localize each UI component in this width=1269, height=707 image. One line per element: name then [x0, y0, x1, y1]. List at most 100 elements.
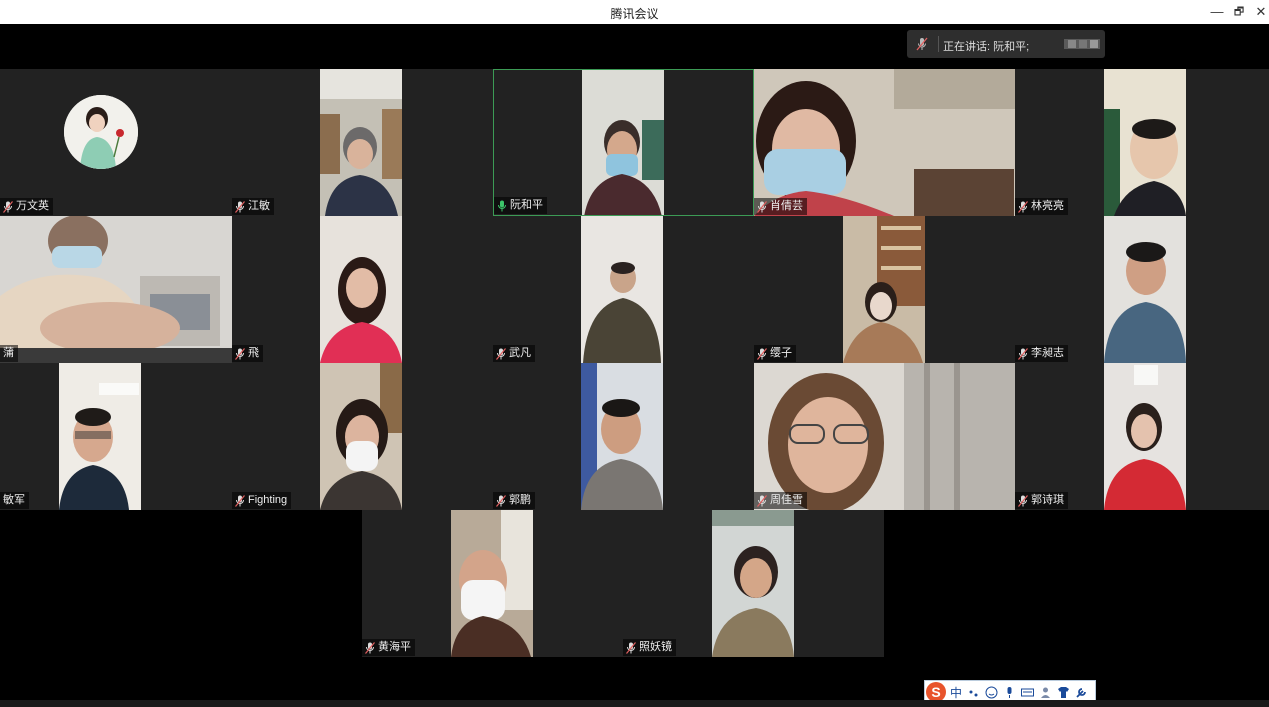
participant-name: 林亮亮 [1031, 200, 1064, 212]
participant-tile[interactable]: 郭诗琪 [1015, 363, 1269, 510]
video-feed [1104, 69, 1186, 216]
voice-icon[interactable] [1003, 686, 1016, 699]
participant-name: 蒲 [3, 347, 14, 359]
skin-icon[interactable] [1057, 686, 1070, 699]
taskbar-strip [0, 700, 1269, 707]
participant-name-tag: 敏军 [0, 492, 29, 509]
participant-name: 李昶志 [1031, 347, 1064, 359]
video-feed [754, 69, 1015, 216]
muted-mic-icon [626, 641, 636, 654]
participant-name: 飛 [248, 347, 259, 359]
profile-picture [64, 95, 138, 169]
speaking-mic-icon [498, 200, 506, 211]
participant-name-tag: 阮和平 [494, 197, 547, 214]
participant-tile[interactable]: 周佳雪 [754, 363, 1015, 510]
restore-button[interactable]: 🗗 [1228, 2, 1250, 22]
participant-tile[interactable]: 肖倩芸 [754, 69, 1015, 216]
participant-name: 万文英 [16, 200, 49, 212]
participant-name: Fighting [248, 494, 288, 506]
emoji-icon[interactable] [985, 686, 998, 699]
participant-name: 黄海平 [378, 641, 411, 653]
participant-tile[interactable]: 万文英 [0, 69, 261, 216]
participant-name: 郭诗琪 [1031, 494, 1064, 506]
video-feed [581, 363, 663, 510]
video-feed [1104, 216, 1186, 363]
video-feed [754, 363, 1015, 510]
minimize-button[interactable]: — [1206, 2, 1228, 22]
participant-tile[interactable]: 蒲 [0, 216, 261, 363]
video-feed [320, 216, 402, 363]
speaking-avatars-icon [1064, 39, 1100, 49]
punctuation-icon[interactable] [967, 686, 980, 699]
video-feed [320, 69, 402, 216]
muted-mic-icon [3, 200, 13, 213]
muted-mic-icon [235, 494, 245, 507]
divider [938, 36, 939, 52]
participant-name: 武凡 [509, 347, 531, 359]
participant-tile[interactable]: 江敏 [232, 69, 493, 216]
participant-tile[interactable]: 林亮亮 [1015, 69, 1269, 216]
participant-name-tag: 万文英 [0, 198, 53, 215]
participant-name: 缨子 [770, 347, 792, 359]
participant-name-tag: 李昶志 [1015, 345, 1068, 362]
muted-mic-icon [365, 641, 375, 654]
window-title: 腾讯会议 [610, 7, 659, 21]
participant-name: 肖倩芸 [770, 200, 803, 212]
muted-mic-icon [1018, 494, 1028, 507]
video-feed [320, 363, 402, 510]
muted-mic-icon [757, 494, 767, 507]
participant-name-tag: Fighting [232, 492, 292, 509]
tools-icon[interactable] [1075, 686, 1088, 699]
muted-mic-icon [235, 347, 245, 360]
participant-name-tag: 周佳雪 [754, 492, 807, 509]
speaking-indicator: 正在讲话: 阮和平; [907, 30, 1105, 58]
participant-tile[interactable]: 黄海平 [362, 510, 623, 657]
video-feed [581, 216, 663, 363]
participant-name-tag: 黄海平 [362, 639, 415, 656]
participant-name: 敏军 [3, 494, 25, 506]
user-icon[interactable] [1039, 686, 1052, 699]
muted-mic-icon [916, 37, 928, 51]
participant-tile[interactable]: 李昶志 [1015, 216, 1269, 363]
speaking-label: 正在讲话: 阮和平; [943, 41, 1030, 53]
video-feed [451, 510, 533, 657]
muted-mic-icon [757, 200, 767, 213]
participant-name-tag: 郭诗琪 [1015, 492, 1068, 509]
participant-tile[interactable]: 缨子 [754, 216, 1015, 363]
participant-name-tag: 江敏 [232, 198, 274, 215]
participant-name-tag: 郭鹏 [493, 492, 535, 509]
video-feed [59, 363, 141, 510]
participant-tile[interactable]: 飛 [232, 216, 493, 363]
muted-mic-icon [1018, 200, 1028, 213]
participant-name: 郭鹏 [509, 494, 531, 506]
sogou-logo-icon[interactable]: S [926, 682, 946, 702]
participant-name-tag: 照妖镜 [623, 639, 676, 656]
participant-tile[interactable]: 照妖镜 [623, 510, 884, 657]
video-feed [712, 510, 794, 657]
close-button[interactable]: ✕ [1250, 2, 1269, 22]
keyboard-icon[interactable] [1021, 686, 1035, 699]
participant-name: 周佳雪 [770, 494, 803, 506]
participant-name-tag: 肖倩芸 [754, 198, 807, 215]
participant-name-tag: 武凡 [493, 345, 535, 362]
participant-tile[interactable]: Fighting [232, 363, 493, 510]
participant-tile[interactable]: 武凡 [493, 216, 754, 363]
participant-name: 江敏 [248, 200, 270, 212]
participant-name: 阮和平 [510, 199, 543, 211]
avatar [64, 95, 138, 169]
video-feed [843, 216, 925, 363]
participant-name-tag: 林亮亮 [1015, 198, 1068, 215]
participant-tile[interactable]: 郭鹏 [493, 363, 754, 510]
muted-mic-icon [757, 347, 767, 360]
title-bar: 腾讯会议 — 🗗 ✕ [0, 0, 1269, 24]
participant-tile[interactable]: 敏军 [0, 363, 261, 510]
ime-mode-label[interactable]: 中 [950, 684, 962, 701]
video-feed [0, 216, 232, 363]
participant-name-tag: 飛 [232, 345, 263, 362]
muted-mic-icon [496, 347, 506, 360]
video-feed [1104, 363, 1186, 510]
participant-name: 照妖镜 [639, 641, 672, 653]
participant-name-tag: 蒲 [0, 345, 18, 362]
participant-tile-active[interactable]: 阮和平 [493, 69, 754, 216]
muted-mic-icon [496, 494, 506, 507]
